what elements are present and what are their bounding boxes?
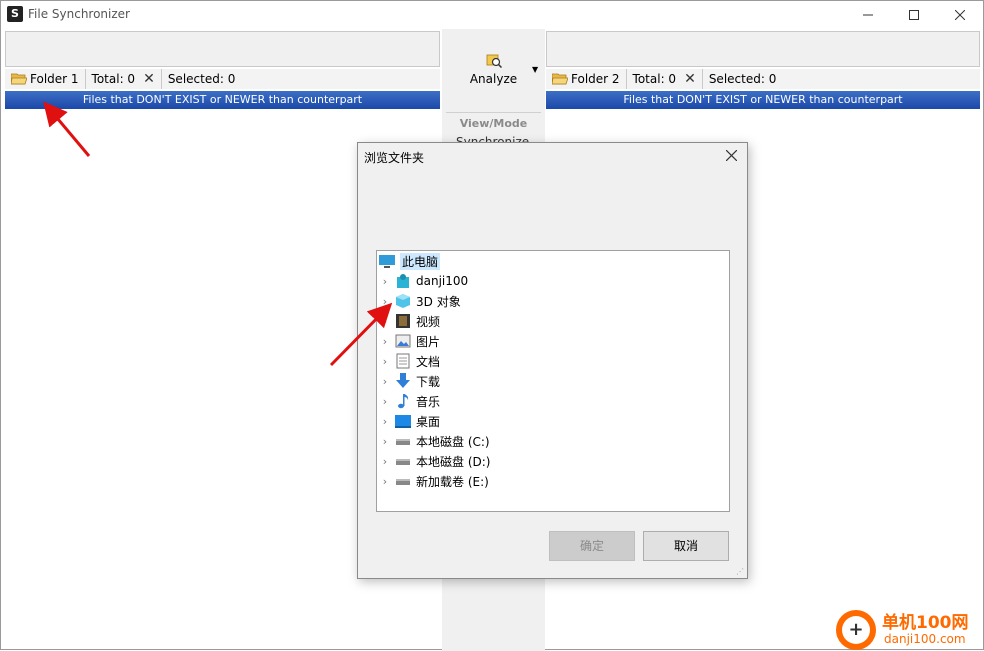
chevron-right-icon[interactable]: ›	[379, 435, 391, 448]
watermark-url: danji100.com	[884, 632, 966, 646]
maximize-icon	[909, 10, 919, 20]
ok-button[interactable]: 确定	[549, 531, 635, 561]
title-bar: S File Synchronizer	[1, 1, 983, 29]
chevron-right-icon[interactable]: ›	[379, 475, 391, 488]
drive-icon	[396, 459, 410, 465]
download-icon	[396, 373, 410, 388]
close-icon	[955, 10, 965, 20]
analyze-button[interactable]: Analyze ▼	[442, 37, 545, 107]
tree-item-label: 视频	[416, 314, 441, 329]
tree-item[interactable]: › 新加载卷 (E:)	[377, 471, 489, 491]
folder2-selected: Selected: 0	[708, 72, 777, 86]
chevron-right-icon[interactable]: ›	[379, 355, 391, 368]
folder2-button[interactable]: Folder 2	[546, 69, 627, 89]
drive-icon	[396, 439, 410, 445]
tree-item-label: 桌面	[416, 414, 441, 429]
folder2-total-text: Total: 0	[632, 72, 677, 86]
clear-icon[interactable]: ✕	[143, 71, 155, 87]
chevron-right-icon[interactable]: ›	[379, 415, 391, 428]
view-mode-label: View/Mode	[459, 117, 528, 130]
tree-item[interactable]: › 下载	[377, 371, 440, 391]
folder2-list-header: Files that DON'T EXIST or NEWER than cou…	[546, 91, 980, 109]
user-folder-icon	[397, 274, 409, 288]
tree-item-label: 文档	[416, 354, 441, 369]
folder1-button[interactable]: Folder 1	[5, 69, 86, 89]
tree-item-label: 下载	[416, 374, 441, 389]
app-icon: S	[7, 6, 23, 22]
chevron-right-icon[interactable]: ›	[379, 395, 391, 408]
cancel-button[interactable]: 取消	[643, 531, 729, 561]
chevron-right-icon[interactable]: ›	[379, 275, 391, 288]
watermark-icon: +	[836, 610, 876, 650]
tree-item[interactable]: › 3D 对象	[377, 291, 461, 311]
window-title: File Synchronizer	[28, 7, 130, 21]
watermark-logo: + 单机100网 danji100.com	[834, 606, 984, 650]
folder1-list-header: Files that DON'T EXIST or NEWER than cou…	[5, 91, 440, 109]
tree-item[interactable]: › 文档	[377, 351, 440, 371]
3d-objects-icon	[396, 294, 410, 308]
pictures-icon	[395, 334, 411, 348]
chevron-right-icon[interactable]: ›	[379, 295, 391, 308]
folder1-total-text: Total: 0	[91, 72, 136, 86]
arrow-to-folder1	[43, 101, 91, 157]
dialog-title: 浏览文件夹	[364, 151, 425, 165]
folder2-toolbar: Folder 2 Total: 0 ✕ Selected: 0	[546, 69, 980, 89]
divider	[446, 112, 541, 113]
tree-item[interactable]: › danji100	[377, 271, 468, 291]
chevron-right-icon[interactable]: ›	[379, 455, 391, 468]
minimize-icon	[863, 14, 873, 16]
dialog-close-button[interactable]	[718, 145, 744, 167]
computer-icon	[379, 255, 395, 268]
tree-item[interactable]: 此电脑	[377, 251, 441, 271]
resize-grip-icon[interactable]: ⋰	[736, 567, 744, 576]
tree-item-label: 音乐	[416, 394, 441, 409]
analyze-label: Analyze	[469, 72, 518, 86]
folder1-selected: Selected: 0	[167, 72, 236, 86]
folder2-label: Folder 2	[571, 72, 620, 86]
open-folder-icon	[552, 73, 568, 85]
folder1-toolbar: Folder 1 Total: 0 ✕ Selected: 0	[5, 69, 440, 89]
open-folder-icon	[11, 73, 27, 85]
chevron-right-icon[interactable]: ›	[379, 315, 391, 328]
tree-item[interactable]: › 音乐	[377, 391, 440, 411]
folder2-path-bar[interactable]	[546, 31, 980, 67]
minimize-button[interactable]	[845, 1, 891, 29]
maximize-button[interactable]	[891, 1, 937, 29]
chevron-right-icon[interactable]: ›	[379, 335, 391, 348]
analyze-icon	[486, 54, 502, 68]
documents-icon	[396, 353, 410, 369]
music-icon	[398, 394, 409, 409]
folder1-total: Total: 0 ✕	[86, 69, 162, 89]
tree-item[interactable]: › 图片	[377, 331, 440, 351]
watermark-brand: 单机100网	[882, 613, 969, 633]
tree-item[interactable]: › 本地磁盘 (D:)	[377, 451, 491, 471]
close-button[interactable]	[937, 1, 983, 29]
chevron-right-icon[interactable]: ›	[379, 375, 391, 388]
tree-item-label: 3D 对象	[416, 294, 461, 309]
tree-item[interactable]: › 桌面	[377, 411, 440, 431]
tree-item-label: danji100	[416, 274, 469, 288]
video-icon	[396, 314, 410, 328]
folder1-path-bar[interactable]	[5, 31, 440, 67]
tree-item[interactable]: › 视频	[377, 311, 440, 331]
folder1-label: Folder 1	[30, 72, 79, 86]
drive-icon	[396, 479, 410, 485]
browse-folder-dialog: 浏览文件夹 此电脑 › danji100 › 3D 对象 › 视频 › 图片 ›…	[357, 142, 748, 579]
app-window: S File Synchronizer Folder 1 Total: 0 ✕ …	[0, 0, 984, 651]
dropdown-arrow-icon[interactable]: ▼	[532, 65, 538, 74]
tree-item-label: 此电脑	[400, 252, 441, 270]
close-icon	[725, 149, 737, 162]
tree-item-label: 本地磁盘 (D:)	[416, 454, 491, 469]
folder-tree[interactable]: 此电脑 › danji100 › 3D 对象 › 视频 › 图片 › 文档 › …	[376, 250, 730, 512]
tree-item-label: 新加载卷 (E:)	[416, 474, 489, 489]
tree-item-label: 图片	[416, 334, 441, 349]
clear-icon[interactable]: ✕	[684, 71, 696, 87]
folder2-total: Total: 0 ✕	[627, 69, 703, 89]
tree-item-label: 本地磁盘 (C:)	[416, 434, 490, 449]
desktop-icon	[395, 415, 411, 428]
tree-item[interactable]: › 本地磁盘 (C:)	[377, 431, 490, 451]
